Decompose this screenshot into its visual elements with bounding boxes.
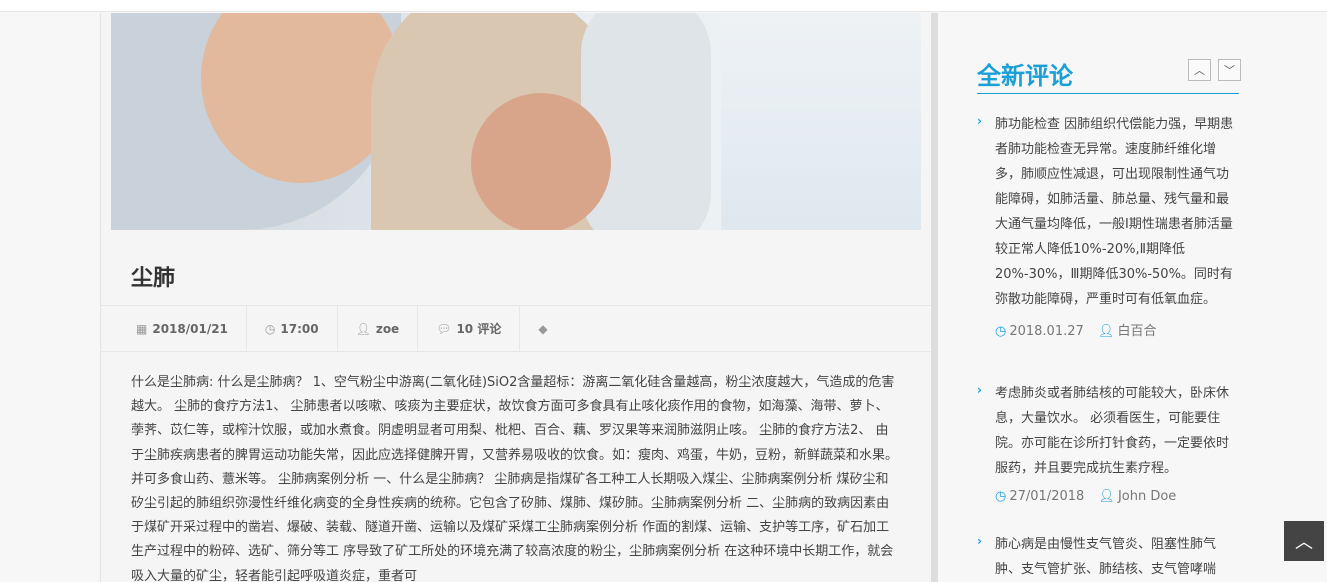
comment-date: 2018.01.27 — [1009, 324, 1084, 339]
user-icon: 👤︎ — [1097, 324, 1115, 339]
clock-icon: ◷ — [995, 324, 1007, 339]
recent-comments-title: 全新评论 — [977, 62, 1073, 90]
prev-button[interactable]: ︿ — [1188, 59, 1211, 81]
top-bar — [0, 0, 1327, 12]
title-underline — [977, 93, 1239, 94]
comment-author[interactable]: John Doe — [1118, 489, 1176, 504]
comment-info: ◷ 2018.01.27 👤︎ 白百合 — [995, 320, 1239, 339]
next-button[interactable]: ﹀ — [1218, 59, 1241, 81]
comment-icon: 💬︎ — [436, 321, 452, 336]
user-icon: 👤︎ — [1098, 489, 1115, 504]
chevron-up-icon: ︿ — [1194, 64, 1205, 77]
meta-date-text: 2018/01/21 — [152, 321, 228, 336]
column-divider — [931, 13, 938, 582]
comment-info: ◷ 27/01/2018 👤︎ John Doe — [995, 489, 1239, 504]
meta-comments-text: 10 评论 — [456, 322, 502, 336]
comment-item: › 考虑肺炎或者肺结核的可能较大，卧床休息，大量饮水。 必须看医生，可能要住院。… — [977, 381, 1239, 504]
chevron-up-icon: ︿ — [1295, 532, 1313, 553]
meta-author-text: zoe — [375, 321, 400, 336]
clock-icon: ◷ — [264, 321, 276, 336]
sidebar: 全新评论 ︿ ﹀ › 肺功能检查 因肺组织代偿能力强，早期患者肺功能检查无异常。… — [938, 13, 1327, 582]
article-body: 什么是尘肺病: 什么是尘肺病？ 1、空气粉尘中游离(二氧化硅)SiO2含量超标：… — [131, 375, 899, 582]
comment-item: › 肺心病是由慢性支气管炎、阻塞性肺气肿、支气管扩张、肺结核、支气管哮喘 — [977, 532, 1239, 582]
chevron-down-icon: ﹀ — [1224, 64, 1235, 77]
back-to-top-button[interactable]: ︿ — [1284, 521, 1324, 561]
clock-icon: ◷ — [995, 489, 1007, 504]
comment-date: 27/01/2018 — [1009, 489, 1085, 504]
article-hero-image — [111, 13, 921, 230]
comment-text[interactable]: 肺功能检查 因肺组织代偿能力强，早期患者肺功能检查无异常。速度肺纤维化增多，肺顺… — [995, 112, 1239, 312]
meta-comments[interactable]: 💬︎ 10 评论 — [418, 305, 521, 352]
comment-item: › 肺功能检查 因肺组织代偿能力强，早期患者肺功能检查无异常。速度肺纤维化增多，… — [977, 112, 1239, 339]
article-meta-bar: ▦ 2018/01/21 ◷ 17:00 👤︎ zoe 💬︎ 10 评论 ◆ — [101, 305, 932, 352]
comment-text[interactable]: 肺心病是由慢性支气管炎、阻塞性肺气肿、支气管扩张、肺结核、支气管哮喘 — [995, 532, 1239, 582]
chevron-right-icon: › — [977, 534, 982, 548]
chevron-right-icon: › — [977, 114, 982, 128]
meta-time[interactable]: ◷ 17:00 — [247, 305, 338, 352]
user-icon: 👤︎ — [355, 321, 371, 336]
comment-author[interactable]: 白百合 — [1117, 324, 1156, 339]
comment-text[interactable]: 考虑肺炎或者肺结核的可能较大，卧床休息，大量饮水。 必须看医生，可能要住院。亦可… — [995, 381, 1239, 481]
tag-icon: ◆ — [538, 321, 548, 336]
meta-tags[interactable]: ◆ — [520, 305, 570, 352]
article-title[interactable]: 尘肺 — [131, 260, 175, 292]
chevron-right-icon: › — [977, 383, 982, 397]
meta-author[interactable]: 👤︎ zoe — [338, 305, 419, 352]
meta-date[interactable]: ▦ 2018/01/21 — [101, 305, 247, 352]
calendar-icon: ▦ — [136, 321, 148, 336]
article-panel: 尘肺 ▦ 2018/01/21 ◷ 17:00 👤︎ zoe 💬︎ 10 评论 … — [100, 13, 932, 582]
meta-time-text: 17:00 — [280, 321, 319, 336]
